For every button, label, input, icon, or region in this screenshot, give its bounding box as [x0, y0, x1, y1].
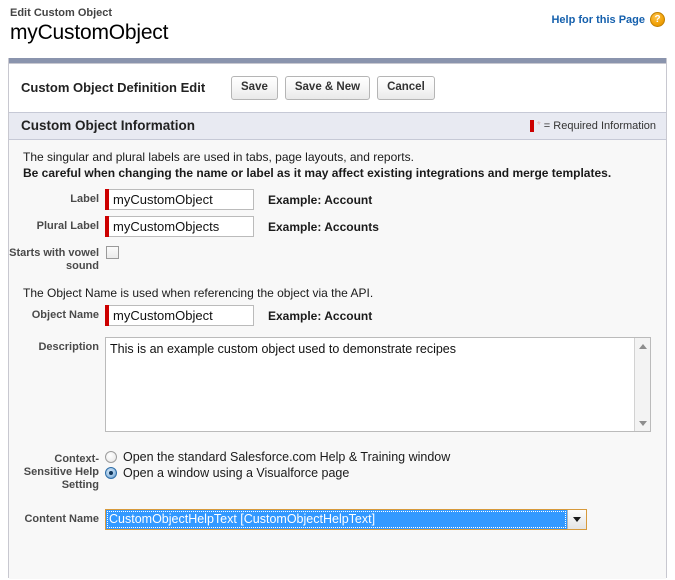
scroll-down-button[interactable]: [635, 415, 650, 431]
field-control-content-name: CustomObjectHelpText [CustomObjectHelpTe…: [105, 509, 587, 530]
field-row-help-setting: Context-Sensitive Help Setting Open the …: [9, 435, 666, 495]
field-row-object-name: Object Name Example: Account: [9, 302, 666, 329]
field-row-label: Label Example: Account: [9, 181, 666, 213]
field-row-content-name: Content Name CustomObjectHelpText [Custo…: [9, 495, 666, 533]
plural-label-input[interactable]: [109, 216, 254, 237]
form-body: The singular and plural labels are used …: [9, 140, 666, 579]
help-setting-radio-group: Open the standard Salesforce.com Help & …: [105, 449, 450, 480]
required-asterisk: *: [536, 120, 541, 131]
field-control-vowel-sound: [105, 243, 119, 259]
field-control-description: [105, 337, 651, 432]
required-marker-icon: [529, 119, 534, 132]
plural-label-input-wrap: [105, 216, 254, 237]
radio-label-standard-help: Open the standard Salesforce.com Help & …: [123, 450, 451, 464]
plural-label-example-text: Example: Accounts: [268, 219, 379, 234]
object-name-example-text: Example: Account: [268, 308, 373, 323]
label-example-text: Example: Account: [268, 192, 373, 207]
scroll-up-button[interactable]: [635, 338, 650, 354]
chevron-down-icon: [638, 420, 647, 426]
edit-panel: Custom Object Definition Edit Save Save …: [8, 58, 667, 579]
field-row-description: Description: [9, 329, 666, 435]
save-button[interactable]: Save: [231, 76, 278, 100]
chevron-down-icon: [573, 517, 581, 522]
content-name-selected-value[interactable]: CustomObjectHelpText [CustomObjectHelpTe…: [106, 510, 567, 529]
field-label-object-name: Object Name: [31, 309, 99, 321]
radio-button-standard-help[interactable]: [105, 451, 117, 463]
edit-titlebar: Custom Object Definition Edit Save Save …: [9, 64, 666, 112]
label-input[interactable]: [109, 189, 254, 210]
radio-option-visualforce-page[interactable]: Open a window using a Visualforce page: [105, 466, 450, 480]
field-control-label: Example: Account: [105, 189, 372, 210]
field-label-content-name: Content Name: [24, 513, 99, 525]
field-row-vowel-sound: Starts with vowel sound: [9, 240, 666, 276]
description-textarea[interactable]: [106, 338, 634, 431]
save-and-new-button[interactable]: Save & New: [284, 76, 371, 100]
description-scrollbar[interactable]: [634, 338, 650, 431]
object-name-input-wrap: [105, 305, 254, 326]
field-label-description: Description: [38, 341, 99, 353]
chevron-up-icon: [638, 343, 647, 349]
section-title: Custom Object Information: [21, 118, 196, 133]
api-note-text: The Object Name is used when referencing…: [23, 286, 374, 300]
object-name-input[interactable]: [109, 305, 254, 326]
radio-option-standard-help[interactable]: Open the standard Salesforce.com Help & …: [105, 450, 450, 464]
radio-label-visualforce-page: Open a window using a Visualforce page: [123, 466, 350, 480]
field-row-plural-label: Plural Label Example: Accounts: [9, 213, 666, 240]
intro-line-1: The singular and plural labels are used …: [23, 150, 414, 164]
help-link-group[interactable]: Help for this Page ?: [551, 12, 665, 27]
field-control-plural-label: Example: Accounts: [105, 216, 379, 237]
section-header-custom-object-information: Custom Object Information * = Required I…: [9, 112, 666, 140]
required-information-legend: * = Required Information: [529, 119, 656, 132]
field-label-label: Label: [70, 193, 99, 205]
radio-button-visualforce-page[interactable]: [105, 467, 117, 479]
field-label-plural-label: Plural Label: [36, 220, 99, 232]
description-textarea-wrap: [105, 337, 651, 432]
field-control-help-setting: Open the standard Salesforce.com Help & …: [105, 449, 450, 480]
page-header: Edit Custom Object myCustomObject Help f…: [0, 0, 675, 48]
field-label-vowel-sound: Starts with vowel sound: [9, 247, 99, 272]
question-mark-icon[interactable]: ?: [650, 12, 665, 27]
cancel-button[interactable]: Cancel: [377, 76, 435, 100]
content-name-select[interactable]: CustomObjectHelpText [CustomObjectHelpTe…: [105, 509, 587, 530]
field-label-help-setting: Context-Sensitive Help Setting: [23, 453, 99, 491]
field-control-object-name: Example: Account: [105, 305, 372, 326]
required-legend-label: = Required Information: [543, 119, 656, 132]
content-name-dropdown-button[interactable]: [567, 510, 586, 529]
label-input-wrap: [105, 189, 254, 210]
vowel-sound-checkbox[interactable]: [106, 246, 119, 259]
action-button-row: Save Save & New Cancel: [231, 76, 435, 100]
intro-text: The singular and plural labels are used …: [9, 149, 666, 181]
intro-line-2: Be careful when changing the name or lab…: [23, 166, 612, 180]
edit-panel-title: Custom Object Definition Edit: [21, 80, 206, 95]
help-for-this-page-link[interactable]: Help for this Page: [551, 14, 645, 26]
